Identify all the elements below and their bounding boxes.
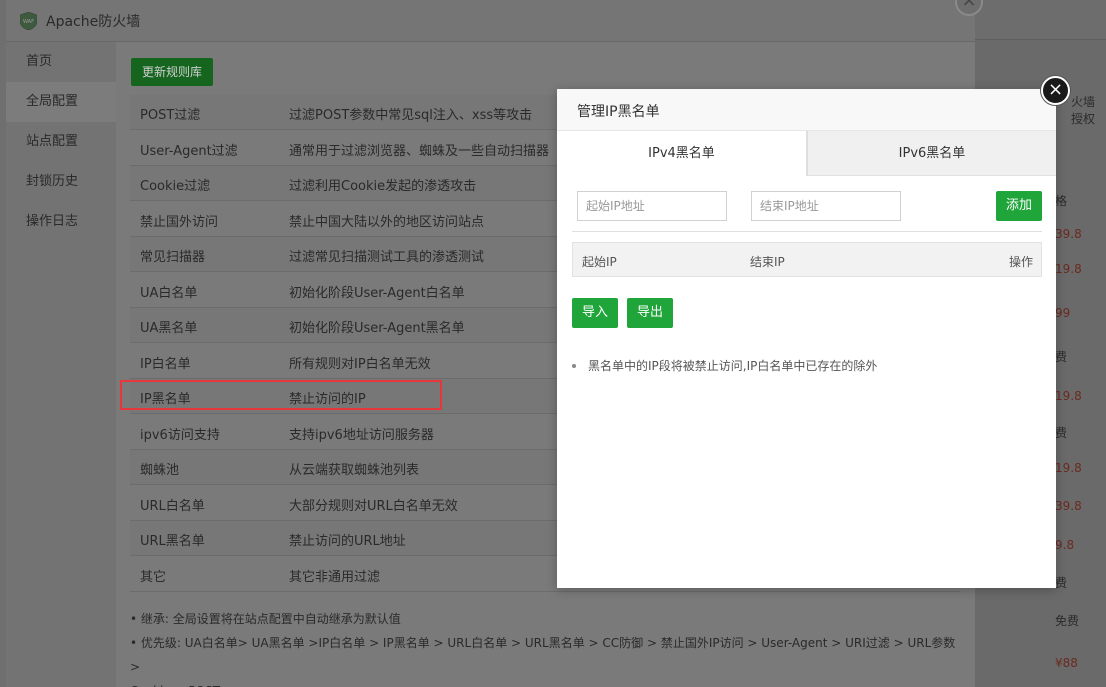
background-price-row: 免费 (1055, 614, 1080, 628)
rule-name: 蜘蛛池 (140, 463, 180, 478)
rule-name: Cookie过滤 (140, 179, 211, 194)
modal-tabs: IPv4黑名单 IPv6黑名单 (557, 131, 1056, 176)
rule-name: IP白名单 (140, 356, 191, 372)
background-price-row: ¥88 (1055, 656, 1078, 670)
waf-logo-text: WAF (23, 19, 34, 25)
export-button[interactable]: 导出 (627, 298, 673, 328)
start-ip-input[interactable] (577, 191, 727, 221)
end-ip-input[interactable] (751, 191, 901, 221)
ip-table-header: 起始IP 结束IP 操作 (572, 242, 1042, 277)
rule-description: 从云端获取蜘蛛池列表 (289, 463, 420, 478)
window-title: Apache防火墙 (46, 14, 141, 30)
background-header-text: 火墙授权 (1071, 95, 1096, 126)
modal-header: 管理IP黑名单 (557, 89, 1056, 131)
rule-description: 初始化阶段User-Agent黑名单 (289, 321, 465, 336)
modal-title: 管理IP黑名单 (577, 104, 660, 120)
note-priority: • 优先级: UA白名单> UA黑名单 >IP白名单 > IP黑名单 > URL… (130, 636, 956, 674)
background-header (975, 0, 1106, 40)
rule-description: 禁止访问的URL地址 (289, 534, 406, 549)
rule-description: 过滤利用Cookie发起的渗透攻击 (289, 179, 477, 194)
tab-ipv6-blacklist[interactable]: IPv6黑名单 (807, 131, 1056, 176)
rule-name: 其它 (140, 569, 167, 585)
rule-name: POST过滤 (140, 108, 201, 123)
bullet-dot (572, 364, 576, 368)
rule-name: 常见扫描器 (140, 250, 206, 265)
rule-description: 初始化阶段User-Agent白名单 (289, 285, 465, 301)
add-button[interactable]: 添加 (996, 191, 1042, 221)
highlight-ip-blacklist (120, 380, 442, 410)
rule-description: 其它非通用过滤 (289, 569, 381, 585)
modal-close-button[interactable]: × (1041, 76, 1070, 105)
waf-shield-icon: WAF (20, 12, 37, 30)
rule-name: UA白名单 (140, 285, 198, 301)
sidebar-nav: 首页 全局配置 站点配置 封锁历史 操作日志 (6, 42, 116, 687)
import-button[interactable]: 导入 (572, 298, 618, 328)
sidebar-item-site-config[interactable]: 站点配置 (6, 122, 116, 162)
rule-description: 所有规则对IP白名单无效 (289, 356, 431, 372)
note-priority-continued: Cookie > POST (130, 679, 960, 687)
note-inherit: • 继承: 全局设置将在站点配置中自动继承为默认值 (130, 612, 401, 626)
tip-text: 黑名单中的IP段将被禁止访问,IP白名单中已存在的除外 (588, 359, 878, 373)
rule-description: 大部分规则对URL白名单无效 (289, 498, 458, 514)
column-end-ip: 结束IP (750, 255, 785, 269)
rule-name: URL黑名单 (140, 534, 205, 549)
window-titlebar: WAF Apache防火墙 (6, 0, 975, 42)
sidebar-item-home[interactable]: 首页 (6, 42, 116, 82)
rule-name: URL白名单 (140, 498, 205, 514)
modal-divider (572, 231, 1042, 232)
sidebar-item-global-config[interactable]: 全局配置 (6, 82, 116, 122)
sidebar-item-operation-log[interactable]: 操作日志 (6, 202, 116, 242)
blacklist-tip: 黑名单中的IP段将被禁止访问,IP白名单中已存在的除外 (572, 357, 1042, 374)
rule-name: User-Agent过滤 (140, 143, 238, 159)
rule-name: ipv6访问支持 (140, 427, 220, 443)
rule-description: 过滤常见扫描测试工具的渗透测试 (289, 250, 485, 265)
rule-name: UA黑名单 (140, 321, 198, 336)
rule-description: 支持ipv6地址访问服务器 (289, 427, 434, 443)
rule-description: 禁止中国大陆以外的地区访问站点 (289, 214, 485, 230)
notes-section: • 继承: 全局设置将在站点配置中自动继承为默认值 • 优先级: UA白名单> … (130, 607, 960, 687)
rule-description: 通常用于过滤浏览器、蜘蛛及一些自动扫描器 (289, 143, 550, 159)
rule-description: 过滤POST参数中常见sql注入、xss等攻击 (289, 108, 533, 123)
update-rules-button[interactable]: 更新规则库 (131, 58, 213, 86)
ip-blacklist-modal: 管理IP黑名单 IPv4黑名单 IPv6黑名单 添加 起始IP 结束IP 操作 … (557, 89, 1056, 588)
tab-ipv4-blacklist[interactable]: IPv4黑名单 (557, 131, 807, 176)
sidebar-item-block-history[interactable]: 封锁历史 (6, 162, 116, 202)
column-action: 操作 (1008, 255, 1033, 269)
rule-name: 禁止国外访问 (140, 214, 219, 230)
column-start-ip: 起始IP (582, 255, 617, 269)
background-column-header: 格 (1055, 194, 1068, 208)
